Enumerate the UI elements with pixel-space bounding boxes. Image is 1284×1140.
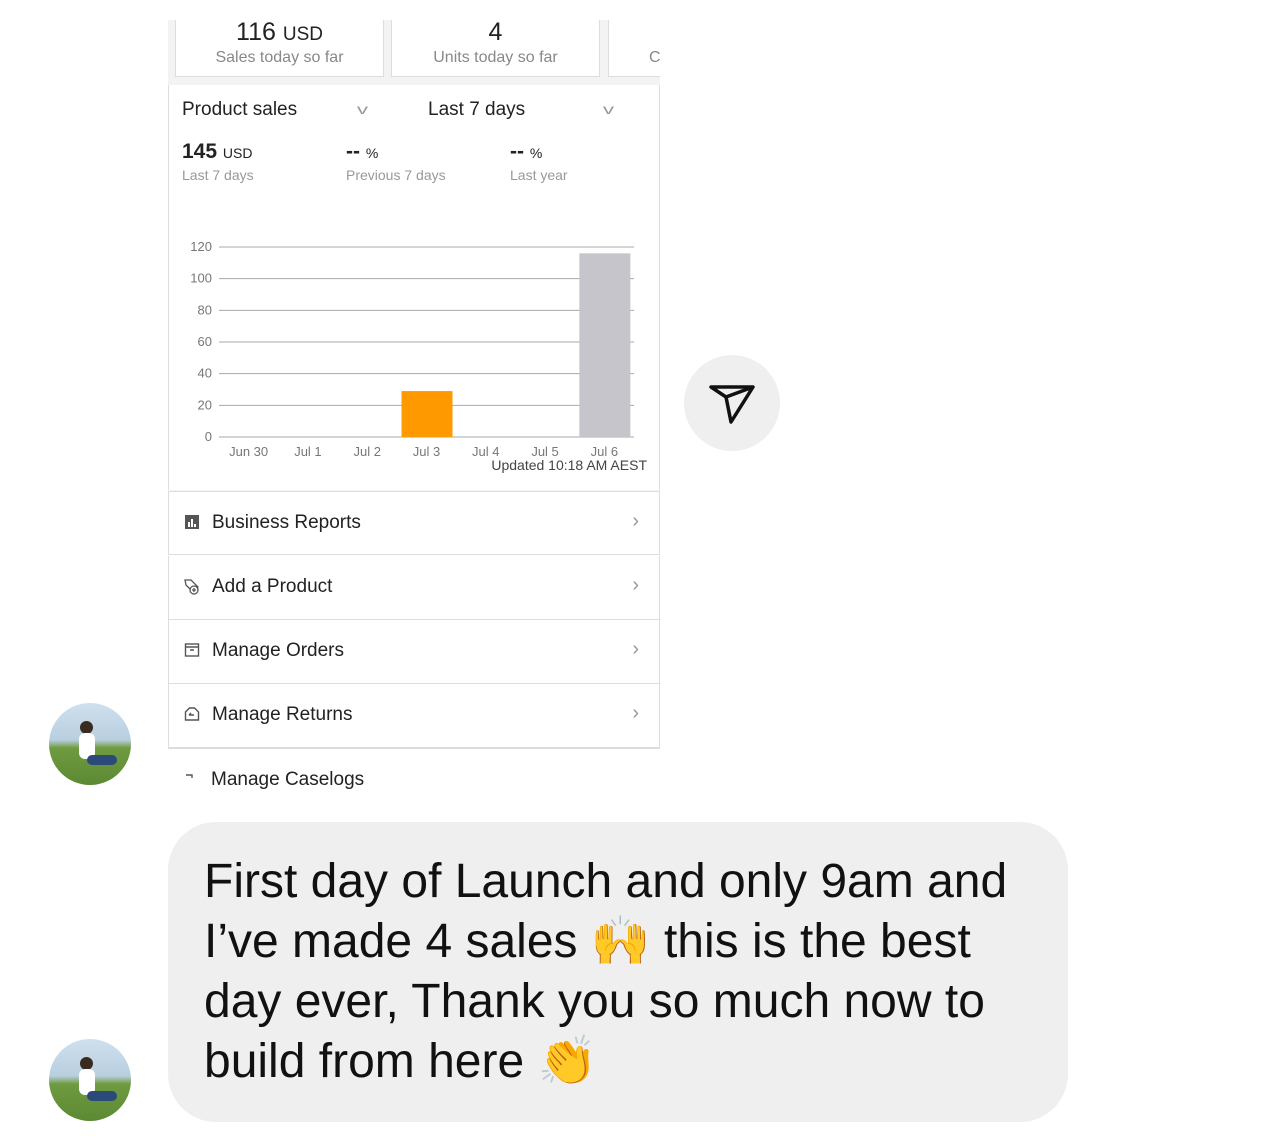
menu-add-product[interactable]: Add a Product › xyxy=(168,556,660,620)
menu-business-reports[interactable]: Business Reports › xyxy=(168,491,660,555)
y-tick-label: 80 xyxy=(198,302,212,317)
range-dropdown[interactable]: Last 7 days xyxy=(428,99,525,121)
y-tick-label: 40 xyxy=(198,366,212,381)
paper-plane-icon xyxy=(709,385,755,424)
y-tick-label: 20 xyxy=(198,397,212,412)
bar-chart-icon xyxy=(183,514,201,532)
chevron-down-icon[interactable]: v xyxy=(357,101,368,117)
share-button[interactable] xyxy=(684,355,780,451)
y-tick-label: 0 xyxy=(205,429,212,444)
metric-value: -- xyxy=(510,140,524,163)
chevron-right-icon: › xyxy=(632,638,639,660)
box-icon xyxy=(183,642,201,660)
metric-value: -- xyxy=(346,140,360,163)
tag-plus-icon xyxy=(183,578,201,596)
metric-last-year: -- % Last year xyxy=(510,140,568,183)
units-today-card[interactable]: 4 Units today so far xyxy=(391,20,600,77)
y-tick-label: 100 xyxy=(190,271,212,286)
metric-label: Last 7 days xyxy=(182,167,254,183)
menu-label: Manage Caselogs xyxy=(211,769,365,790)
metric-unit: % xyxy=(529,145,543,161)
sales-today-card[interactable]: 116 USD Sales today so far xyxy=(175,20,384,77)
metric-last-7-days: 145 USD Last 7 days xyxy=(182,140,254,183)
metric-dropdown[interactable]: Product sales xyxy=(182,99,297,121)
card-label: C xyxy=(649,49,660,66)
chevron-right-icon: › xyxy=(632,702,639,724)
card-unit: USD xyxy=(282,24,323,45)
updated-timestamp: Updated 10:18 AM AEST xyxy=(491,457,647,473)
metric-unit: USD xyxy=(222,145,253,161)
metric-label: Last year xyxy=(510,167,568,183)
card-label: Sales today so far xyxy=(215,49,344,66)
chevron-right-icon: › xyxy=(632,510,639,532)
card-value: 4 xyxy=(488,20,503,46)
metric-previous-7-days: -- % Previous 7 days xyxy=(346,140,446,183)
chevron-right-icon: › xyxy=(632,574,639,596)
bar xyxy=(579,253,631,437)
bar xyxy=(401,391,453,437)
menu-manage-caselogs[interactable]: Manage Caselogs xyxy=(168,748,660,790)
card-value: 116 xyxy=(236,20,276,46)
caselog-icon xyxy=(182,771,200,789)
card-label: Units today so far xyxy=(433,49,558,66)
third-card[interactable]: C xyxy=(608,20,660,77)
x-tick-label: Jul 1 xyxy=(294,444,321,459)
summary-cards: 116 USD Sales today so far 4 Units today… xyxy=(168,20,660,85)
avatar[interactable] xyxy=(49,1039,131,1121)
menu-manage-orders[interactable]: Manage Orders › xyxy=(168,620,660,684)
metric-label: Previous 7 days xyxy=(346,167,446,183)
menu-label: Business Reports xyxy=(212,512,361,533)
message-bubble[interactable]: First day of Launch and only 9am and I’v… xyxy=(168,822,1068,1122)
shared-screenshot[interactable]: 116 USD Sales today so far 4 Units today… xyxy=(168,20,660,790)
metric-unit: % xyxy=(365,145,379,161)
avatar[interactable] xyxy=(49,703,131,785)
return-box-icon xyxy=(183,706,201,724)
x-tick-label: Jul 3 xyxy=(413,444,440,459)
x-tick-label: Jul 2 xyxy=(353,444,380,459)
metric-value: 145 xyxy=(182,140,218,163)
menu-manage-returns[interactable]: Manage Returns › xyxy=(168,684,660,748)
y-tick-label: 60 xyxy=(198,334,212,349)
menu-label: Manage Returns xyxy=(212,704,353,725)
x-tick-label: Jun 30 xyxy=(229,444,268,459)
sales-panel: Product sales v Last 7 days v 145 USD La… xyxy=(168,85,660,490)
chevron-down-icon[interactable]: v xyxy=(603,101,614,117)
menu-label: Add a Product xyxy=(212,576,333,597)
message-text: First day of Launch and only 9am and I’v… xyxy=(204,855,1008,1088)
menu-label: Manage Orders xyxy=(212,640,345,661)
y-tick-label: 120 xyxy=(190,239,212,254)
